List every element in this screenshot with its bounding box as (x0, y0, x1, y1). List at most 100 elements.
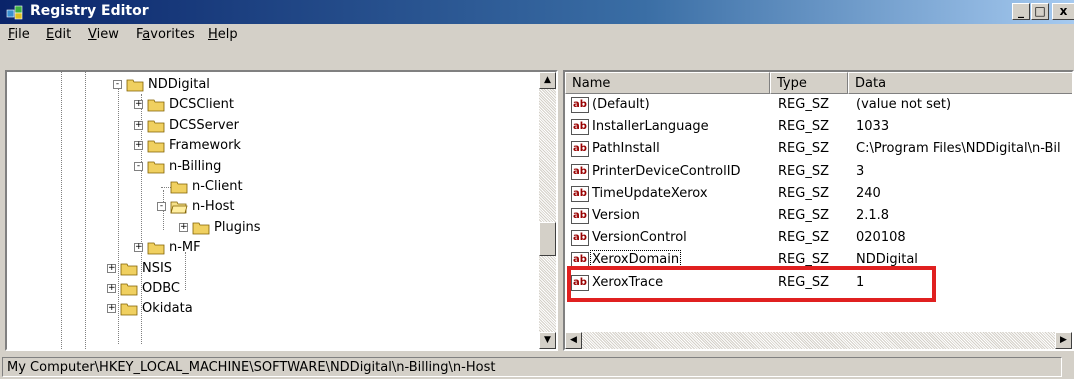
registry-editor-icon (6, 5, 23, 20)
menu-file[interactable]: File (8, 27, 30, 42)
list-horizontal-scrollbar[interactable]: ◀ ▶ (565, 332, 1072, 349)
value-type: REG_SZ (778, 119, 829, 135)
collapse-icon[interactable]: - (113, 80, 122, 89)
tree-item-label[interactable]: DCSServer (169, 118, 239, 133)
value-name: PathInstall (592, 141, 660, 157)
folder-icon (147, 120, 165, 133)
folder-icon (170, 181, 188, 194)
tree-item-label[interactable]: NDDigital (148, 77, 210, 92)
status-path: My Computer\HKEY_LOCAL_MACHINE\SOFTWARE\… (2, 357, 1062, 377)
list-row[interactable]: ab TimeUpdateXerox REG_SZ 240 (565, 183, 1072, 205)
folder-icon (147, 140, 165, 153)
expand-icon[interactable]: + (134, 100, 143, 110)
value-data: 2.1.8 (856, 208, 890, 223)
tree-vertical-scrollbar[interactable]: ▲ ▼ (539, 72, 556, 349)
value-name: (Default) (592, 97, 650, 112)
highlight-box (567, 266, 936, 302)
list-row[interactable]: ab PrinterDeviceControlID REG_SZ 3 (565, 161, 1072, 183)
column-header-type[interactable]: Type (770, 72, 848, 94)
list-row[interactable]: ab VersionControl REG_SZ 020108 (565, 227, 1072, 249)
menu-bar: File Edit View Favorites Help (0, 24, 1074, 46)
tree-guide-line (85, 72, 86, 349)
string-value-icon: ab (571, 97, 589, 113)
tree-item-label[interactable]: n-Host (192, 199, 235, 214)
column-header-data[interactable]: Data (848, 72, 1072, 94)
tree-guide-line (185, 252, 186, 290)
window-title: Registry Editor (30, 3, 149, 19)
scroll-up-button[interactable]: ▲ (539, 72, 556, 89)
list-row[interactable]: ab (Default) REG_SZ (value not set) (565, 94, 1072, 116)
close-button[interactable]: x (1052, 3, 1074, 20)
status-bar: My Computer\HKEY_LOCAL_MACHINE\SOFTWARE\… (0, 355, 1074, 379)
scroll-down-button[interactable]: ▼ (539, 332, 556, 349)
expand-icon[interactable]: + (134, 141, 143, 151)
title-bar[interactable]: Registry Editor _ □ x (0, 0, 1074, 24)
column-header-name[interactable]: Name (565, 72, 770, 94)
key-tree-pane[interactable]: - NDDigital + DCSClient + DCSServer + Framework… (5, 70, 558, 351)
folder-icon (120, 283, 138, 296)
value-type: REG_SZ (778, 185, 829, 201)
tree-item-label[interactable]: DCSClient (169, 97, 234, 112)
tree-item-label[interactable]: NSIS (142, 261, 172, 276)
list-row[interactable]: ab InstallerLanguage REG_SZ 1033 (565, 116, 1072, 138)
tree-item-label[interactable]: Plugins (214, 220, 261, 235)
list-row[interactable]: ab Version REG_SZ 2.1.8 (565, 205, 1072, 227)
collapse-icon[interactable]: - (157, 202, 166, 212)
expand-icon[interactable]: + (107, 263, 116, 273)
tree-item-label[interactable]: Framework (169, 138, 241, 153)
folder-icon (192, 222, 210, 235)
list-row[interactable]: ab PathInstall REG_SZ C:\Program Files\NDDi… (565, 138, 1072, 160)
menu-edit[interactable]: Edit (46, 27, 71, 42)
value-data: 3 (856, 163, 865, 179)
string-value-icon: ab (571, 230, 589, 247)
expand-icon[interactable]: + (107, 284, 116, 293)
value-data: 240 (856, 185, 881, 201)
tree-item-label[interactable]: Okidata (142, 301, 193, 316)
value-type: REG_SZ (778, 230, 829, 246)
value-type: REG_SZ (778, 163, 829, 179)
string-value-icon: ab (571, 141, 589, 158)
value-name: TimeUpdateXerox (592, 185, 708, 201)
tree-scroll-thumb[interactable] (539, 222, 556, 256)
string-value-icon: ab (571, 208, 589, 224)
tree-item-label[interactable]: n-MF (169, 240, 201, 255)
open-folder-icon (170, 201, 188, 214)
scroll-left-button[interactable]: ◀ (565, 332, 582, 349)
maximize-button[interactable]: □ (1031, 3, 1049, 20)
menu-help[interactable]: Help (208, 27, 238, 42)
expand-icon[interactable]: + (179, 222, 188, 232)
tree-guide-line (61, 72, 62, 349)
value-data: (value not set) (856, 97, 952, 112)
collapse-icon[interactable]: - (134, 161, 143, 171)
folder-icon (147, 99, 165, 112)
tree-item-label[interactable]: n-Billing (169, 159, 221, 174)
menu-view[interactable]: View (88, 27, 119, 42)
value-data: 1033 (856, 119, 890, 135)
scroll-right-button[interactable]: ▶ (1055, 332, 1072, 349)
value-type: REG_SZ (778, 141, 829, 157)
expand-icon[interactable]: + (134, 120, 143, 130)
value-name: InstallerLanguage (592, 119, 709, 135)
tree-item-label[interactable]: n-Client (192, 179, 243, 194)
string-value-icon: ab (571, 185, 589, 202)
values-list-pane[interactable]: Name Type Data ab (Default) REG_SZ (value n… (563, 70, 1074, 351)
string-value-icon: ab (571, 163, 589, 180)
minimize-button[interactable]: _ (1012, 3, 1030, 20)
value-type: REG_SZ (778, 208, 829, 223)
string-value-icon: ab (571, 119, 589, 136)
folder-icon (120, 263, 138, 275)
folder-icon (126, 79, 144, 92)
menu-favorites[interactable]: Favorites (136, 27, 195, 42)
value-name: VersionControl (592, 230, 687, 246)
expand-icon[interactable]: + (134, 243, 143, 253)
value-type: REG_SZ (778, 97, 829, 112)
folder-icon (120, 303, 138, 316)
value-name: Version (592, 208, 640, 223)
tree-guide-line (118, 82, 119, 344)
folder-icon (147, 242, 165, 255)
expand-icon[interactable]: + (107, 304, 116, 314)
tree-item-label[interactable]: ODBC (142, 281, 180, 296)
value-data: C:\Program Files\NDDigital\n-Bil (856, 141, 1061, 157)
value-name: PrinterDeviceControlID (592, 163, 741, 179)
value-data: 020108 (856, 230, 906, 246)
